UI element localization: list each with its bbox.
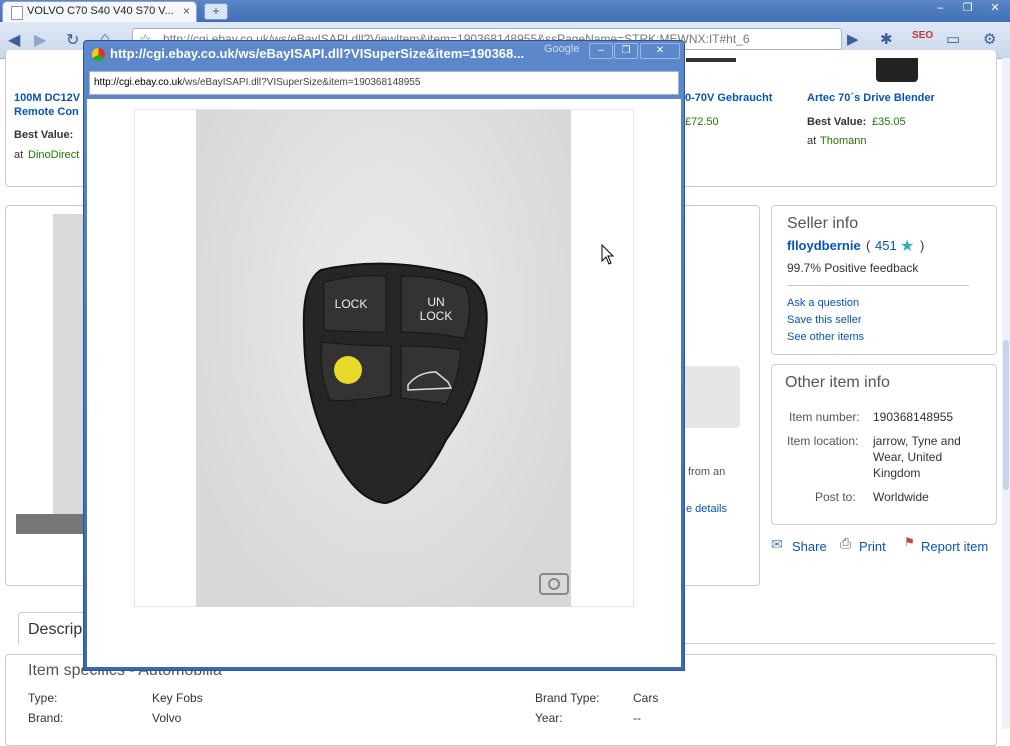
wrench-menu-icon[interactable]: ⚙: [983, 30, 996, 48]
seller-divider: [787, 285, 969, 286]
ad-title-3[interactable]: Artec 70´s Drive Blender: [807, 92, 935, 104]
seo-extension-icon[interactable]: SEO: [912, 30, 933, 41]
maximize-button[interactable]: ❐: [957, 1, 979, 16]
item-image-thumbnail[interactable]: [16, 214, 86, 534]
tab-title: VOLVO C70 S40 V40 S70 V...: [27, 5, 174, 17]
watermark-camera-icon: [539, 573, 569, 595]
reload-icon[interactable]: ↻: [66, 30, 79, 50]
feedback-score[interactable]: 451: [875, 238, 897, 253]
item-number-label: Item number:: [789, 410, 860, 424]
feedback-open-paren: (: [866, 238, 871, 253]
save-seller-link[interactable]: Save this seller: [787, 314, 862, 326]
print-icon[interactable]: ⎙: [840, 535, 851, 552]
fob-lock-label: LOCK: [335, 297, 368, 311]
tab-description-label: Descrip: [28, 621, 83, 638]
extension-bug-icon[interactable]: ✱: [880, 30, 893, 48]
item-number-value: 190368148955: [873, 410, 954, 424]
spec-brand-value: Volvo: [152, 711, 182, 725]
spec-year-value: --: [633, 711, 641, 725]
ad-store-1[interactable]: DinoDirect: [28, 149, 79, 161]
other-item-info-heading: Other item info: [785, 374, 890, 391]
key-fob-photo: LOCK UN LOCK: [196, 110, 571, 607]
scrollbar-thumb[interactable]: [1003, 340, 1009, 490]
popup-maximize-button[interactable]: ❐: [614, 43, 638, 59]
popup-url-domain: http://cgi.ebay.co.uk: [94, 77, 183, 88]
share-link[interactable]: Share: [792, 539, 827, 554]
feedback-star-icon: ★: [900, 238, 915, 255]
ad-best-value-label-3: Best Value:: [807, 116, 867, 128]
page-favicon-icon: [11, 6, 23, 20]
buy-button-area[interactable]: [680, 366, 740, 428]
item-location-line-2: Wear, United: [873, 450, 943, 464]
ad-title-2[interactable]: 0-70V Gebraucht: [685, 92, 772, 104]
go-icon[interactable]: ▶: [847, 30, 859, 48]
popup-url-text: http://cgi.ebay.co.uk/ws/eBayISAPI.dll?V…: [94, 77, 420, 88]
feedback-close-paren: ): [920, 238, 925, 253]
ask-question-link[interactable]: Ask a question: [787, 297, 859, 309]
seller-info-heading: Seller info: [787, 215, 859, 232]
spec-brand-type-value: Cars: [633, 691, 659, 705]
browser-tab-bar: VOLVO C70 S40 V40 S70 V... × + – ❐ ✕: [0, 0, 1010, 22]
ad-price-2: £72.50: [685, 116, 719, 128]
postage-note: from an: [688, 466, 726, 478]
fob-unlock-label-2: LOCK: [420, 309, 453, 323]
share-icon[interactable]: ✉: [771, 536, 783, 553]
ad-store-prefix-1: at: [14, 149, 24, 161]
popup-url-path: /ws/eBayISAPI.dll?VISuperSize&item=19036…: [182, 77, 421, 88]
popup-content: LOCK UN LOCK: [87, 99, 681, 667]
browser-tab[interactable]: VOLVO C70 S40 V40 S70 V... ×: [2, 1, 197, 22]
item-location-label: Item location:: [787, 434, 859, 448]
popup-google-label: Google: [544, 43, 580, 55]
positive-feedback: 99.7% Positive feedback: [787, 261, 919, 275]
ad-store-prefix-3: at: [807, 135, 817, 147]
window-controls: – ❐ ✕: [927, 0, 1006, 16]
ad-product-image-3[interactable]: [876, 58, 918, 82]
ad-best-value-label-1: Best Value:: [14, 129, 74, 141]
post-to-label: Post to:: [815, 490, 856, 504]
item-location-line-1: jarrow, Tyne and: [873, 434, 961, 448]
see-details-link[interactable]: e details: [686, 503, 727, 515]
image-caption-bar: [16, 514, 86, 534]
spec-type-label: Type:: [28, 691, 58, 705]
spec-year-label: Year:: [535, 711, 563, 725]
spec-brand-type-label: Brand Type:: [535, 691, 600, 705]
see-other-items-link[interactable]: See other items: [787, 331, 864, 343]
back-icon[interactable]: ◀: [8, 30, 20, 50]
mouse-cursor-icon: [601, 244, 615, 265]
ad-title-1-line2[interactable]: Remote Con: [14, 106, 79, 118]
ad-store-3[interactable]: Thomann: [820, 135, 866, 147]
tab-description[interactable]: Descrip: [18, 612, 90, 645]
ad-product-image-2[interactable]: [686, 58, 736, 62]
tab-close-icon[interactable]: ×: [183, 4, 190, 18]
fob-unlock-label-1: UN: [427, 295, 444, 309]
spec-brand-label: Brand:: [28, 711, 64, 725]
popup-address-bar[interactable]: http://cgi.ebay.co.uk/ws/eBayISAPI.dll?V…: [89, 71, 679, 95]
seller-name-link[interactable]: flloydbernie: [787, 238, 861, 253]
spec-type-value: Key Fobs: [152, 691, 203, 705]
report-flag-icon[interactable]: ⚑: [904, 535, 915, 549]
item-location-line-3: Kingdom: [873, 466, 921, 480]
minimize-button[interactable]: –: [929, 1, 951, 16]
image-popup-window: http://cgi.ebay.co.uk/ws/eBayISAPI.dll?V…: [83, 40, 685, 671]
forward-icon[interactable]: ▶: [34, 30, 46, 50]
popup-title: http://cgi.ebay.co.uk/ws/eBayISAPI.dll?V…: [110, 46, 525, 61]
key-fob-drawing: LOCK UN LOCK: [302, 262, 569, 595]
post-to-value: Worldwide: [873, 490, 929, 504]
supersize-image-frame: LOCK UN LOCK: [134, 109, 634, 607]
new-tab-button[interactable]: +: [204, 3, 228, 20]
print-link[interactable]: Print: [859, 539, 886, 554]
ad-title-1[interactable]: 100M DC12V: [14, 92, 80, 104]
page-menu-icon[interactable]: ▭: [946, 30, 960, 48]
close-window-button[interactable]: ✕: [984, 1, 1006, 16]
popup-minimize-button[interactable]: –: [589, 43, 613, 59]
ad-price-3: £35.05: [872, 116, 906, 128]
chrome-favicon-icon: [92, 48, 105, 61]
report-item-link[interactable]: Report item: [921, 539, 988, 554]
popup-close-button[interactable]: ✕: [640, 43, 680, 59]
